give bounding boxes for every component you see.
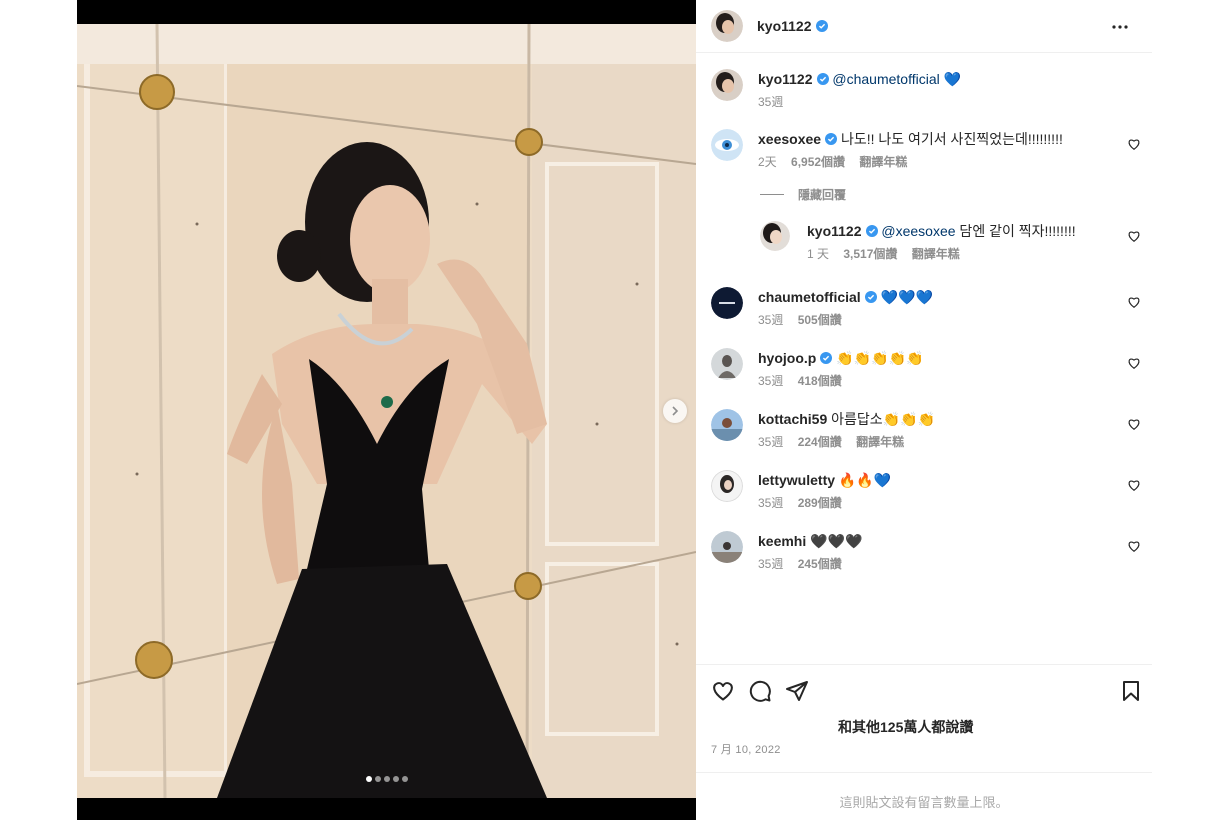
comment-likes[interactable]: 6,952個讚 — [791, 155, 845, 169]
chevron-right-icon — [672, 406, 679, 416]
heart-icon[interactable] — [1127, 137, 1141, 151]
post-actions-bar — [696, 664, 1152, 714]
commenter-avatar[interactable] — [711, 531, 743, 563]
author-avatar[interactable] — [711, 10, 743, 42]
share-icon[interactable] — [785, 679, 809, 703]
translate-link[interactable]: 翻譯年糕 — [912, 247, 960, 261]
commenter-avatar[interactable] — [711, 348, 743, 380]
comment-text: 🔥🔥💙 — [838, 472, 892, 488]
commenter-username[interactable]: chaumetofficial — [758, 289, 861, 305]
heart-icon[interactable] — [1127, 229, 1141, 243]
carousel-dot — [392, 776, 399, 782]
comment-likes[interactable]: 505個讚 — [798, 313, 842, 327]
comment-text: 나도!! 나도 여기서 사진찍었는데!!!!!!!!! — [840, 131, 1063, 147]
reply-username[interactable]: kyo1122 — [807, 223, 862, 239]
hide-replies-button[interactable]: 隱藏回覆 — [760, 186, 846, 203]
heart-icon[interactable] — [1127, 417, 1141, 431]
heart-icon[interactable] — [1127, 295, 1141, 309]
post-media — [77, 0, 696, 820]
carousel-dot — [383, 776, 390, 782]
caption-emoji: 💙 — [943, 71, 962, 87]
carousel-dot — [374, 776, 381, 782]
heart-icon[interactable] — [711, 679, 735, 703]
heart-icon[interactable] — [1127, 478, 1141, 492]
comment-likes[interactable]: 418個讚 — [798, 374, 842, 388]
divider-line — [760, 194, 784, 195]
commenter-username[interactable]: xeesoxee — [758, 131, 821, 147]
comment-time[interactable]: 35週 — [758, 374, 783, 388]
translate-link[interactable]: 翻譯年糕 — [859, 155, 907, 169]
caption-username[interactable]: kyo1122 — [758, 71, 813, 87]
comment-text: 💙💙💙 — [880, 289, 933, 305]
verified-badge-icon — [816, 73, 829, 85]
likes-summary[interactable]: 和其他125萬人都說讚 — [838, 717, 973, 737]
heart-icon[interactable] — [1127, 356, 1141, 370]
comment-text: 아름답소👏👏👏 — [831, 411, 935, 427]
commenter-avatar[interactable] — [711, 129, 743, 161]
reply-time[interactable]: 1 天 — [807, 247, 829, 261]
comments-limited-notice: 這則貼文設有留言數量上限。 — [696, 772, 1152, 820]
commenter-username[interactable]: lettywuletty — [758, 472, 835, 488]
commenter-avatar[interactable] — [711, 409, 743, 441]
comment-time[interactable]: 35週 — [758, 557, 783, 571]
commenter-avatar[interactable] — [711, 470, 743, 502]
comment-likes[interactable]: 289個讚 — [798, 496, 842, 510]
more-options-button[interactable] — [1110, 17, 1130, 37]
author-username[interactable]: kyo1122 — [757, 18, 812, 34]
commenter-username[interactable]: keemhi — [758, 533, 806, 549]
comment-text: 👏👏👏👏👏 — [836, 350, 924, 366]
caption-avatar[interactable] — [711, 69, 743, 101]
more-icon — [1112, 25, 1128, 29]
carousel-indicator — [77, 776, 696, 782]
comment-time[interactable]: 35週 — [758, 435, 783, 449]
post-header: kyo1122 — [696, 0, 1152, 53]
comment-likes[interactable]: 224個讚 — [798, 435, 842, 449]
verified-badge-icon — [864, 291, 877, 303]
post-photo[interactable] — [77, 24, 696, 798]
carousel-dot — [401, 776, 408, 782]
post-side-panel: kyo1122 kyo1122 @chaumetofficial 💙 35週 x… — [696, 0, 1152, 820]
commenter-username[interactable]: kottachi59 — [758, 411, 827, 427]
translate-link[interactable]: 翻譯年糕 — [856, 435, 904, 449]
photo-illustration — [77, 24, 696, 798]
post-date[interactable]: 7 月 10, 2022 — [711, 741, 781, 757]
carousel-next-button[interactable] — [663, 399, 687, 423]
caption-time[interactable]: 35週 — [758, 95, 783, 109]
hide-replies-label: 隱藏回覆 — [798, 188, 847, 202]
reply-mention[interactable]: @xeesoxee — [881, 223, 955, 239]
carousel-dot-active — [365, 776, 372, 782]
comment-text: 🖤🖤🖤 — [810, 533, 863, 549]
comment-time[interactable]: 35週 — [758, 313, 783, 327]
caption-mention[interactable]: @chaumetofficial — [832, 71, 939, 87]
heart-icon[interactable] — [1127, 539, 1141, 553]
reply-avatar[interactable] — [760, 221, 790, 251]
comment-likes[interactable]: 245個讚 — [798, 557, 842, 571]
verified-badge-icon — [820, 352, 833, 364]
verified-badge-icon — [815, 20, 828, 32]
commenter-avatar[interactable] — [711, 287, 743, 319]
reply-text: 담엔 같이 찍자!!!!!!!! — [955, 223, 1076, 239]
commenter-username[interactable]: hyojoo.p — [758, 350, 816, 366]
verified-badge-icon — [865, 225, 878, 237]
save-icon[interactable] — [1119, 679, 1143, 703]
comment-time[interactable]: 2天 — [758, 155, 777, 169]
verified-badge-icon — [825, 133, 838, 145]
comment-icon[interactable] — [748, 679, 772, 703]
comment-time[interactable]: 35週 — [758, 496, 783, 510]
reply-likes[interactable]: 3,517個讚 — [843, 247, 897, 261]
